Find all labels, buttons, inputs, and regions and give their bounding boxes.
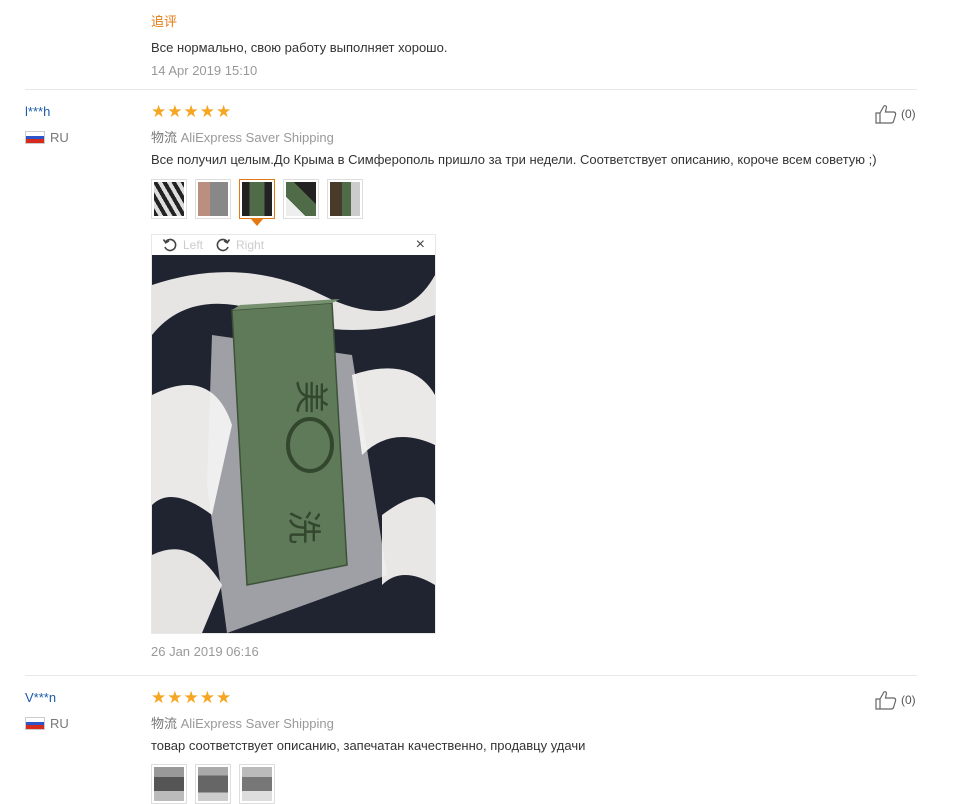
photo-thumbnail[interactable] [283,179,319,219]
country-code: RU [50,130,69,145]
shipping-info: 物流 AliExpress Saver Shipping [151,713,334,732]
star-icon: ★ [183,102,199,121]
review-divider [25,89,917,90]
photo-thumbnail[interactable] [151,764,187,804]
review-photo: 美 洗 [152,255,435,633]
star-icon: ★ [167,688,183,707]
rotate-left-button[interactable]: Left [162,237,203,253]
star-icon: ★ [151,102,167,121]
star-icon: ★ [199,688,215,707]
star-rating: ★ ★ ★ ★ ★ [151,103,231,120]
star-icon: ★ [216,688,232,707]
rotate-right-icon [216,238,231,252]
shipping-label: 物流 [151,130,178,145]
review-text: товар соответствует описанию, запечатан … [151,738,586,753]
review-thumbnails [151,764,275,804]
thumbs-up-icon [875,691,897,710]
reviewer-country: RU [25,716,69,731]
country-code: RU [50,716,69,731]
close-icon[interactable]: × [416,236,425,254]
photo-thumbnail[interactable] [195,179,231,219]
svg-text:美: 美 [290,380,330,414]
like-button[interactable]: (0) [874,690,916,710]
thumbs-up-icon [875,105,897,124]
reviewer-country: RU [25,130,69,145]
flag-ru-icon [25,131,45,144]
rotate-right-button[interactable]: Right [215,237,264,253]
like-count: (0) [901,107,916,121]
active-caret [251,219,263,226]
review-thumbnails [151,179,363,226]
star-icon: ★ [151,688,167,707]
reviewer-name: l***h [25,104,51,119]
shipping-label: 物流 [151,716,178,731]
review-text: Все получил целым.До Крыма в Симферополь… [151,152,877,167]
shipping-method: AliExpress Saver Shipping [180,130,334,145]
star-icon: ★ [167,102,183,121]
star-rating: ★ ★ ★ ★ ★ [151,689,231,706]
reviewer-name: V***n [25,690,57,705]
photo-thumbnail-active[interactable] [239,179,275,226]
photo-thumbnail[interactable] [151,179,187,219]
viewer-toolbar: Left Right × [152,235,435,255]
followup-label: 追评 [151,14,178,29]
photo-viewer: Left Right × 美 洗 [151,234,436,634]
star-icon: ★ [183,688,199,707]
photo-thumbnail[interactable] [239,764,275,804]
rotate-left-icon [162,238,177,252]
rotate-right-label: Right [236,238,265,252]
star-icon: ★ [199,102,215,121]
rotate-left-label: Left [183,238,204,252]
like-count: (0) [901,693,916,707]
review-date: 26 Jan 2019 06:16 [151,644,259,659]
review-divider [25,675,917,676]
photo-thumbnail[interactable] [327,179,363,219]
like-button[interactable]: (0) [874,104,916,124]
shipping-method: AliExpress Saver Shipping [180,716,334,731]
photo-thumbnail[interactable] [195,764,231,804]
svg-text:洗: 洗 [283,510,323,544]
flag-ru-icon [25,717,45,730]
followup-text: Все нормально, свою работу выполняет хор… [151,40,448,55]
shipping-info: 物流 AliExpress Saver Shipping [151,127,334,146]
star-icon: ★ [216,102,232,121]
followup-date: 14 Apr 2019 15:10 [151,63,258,78]
